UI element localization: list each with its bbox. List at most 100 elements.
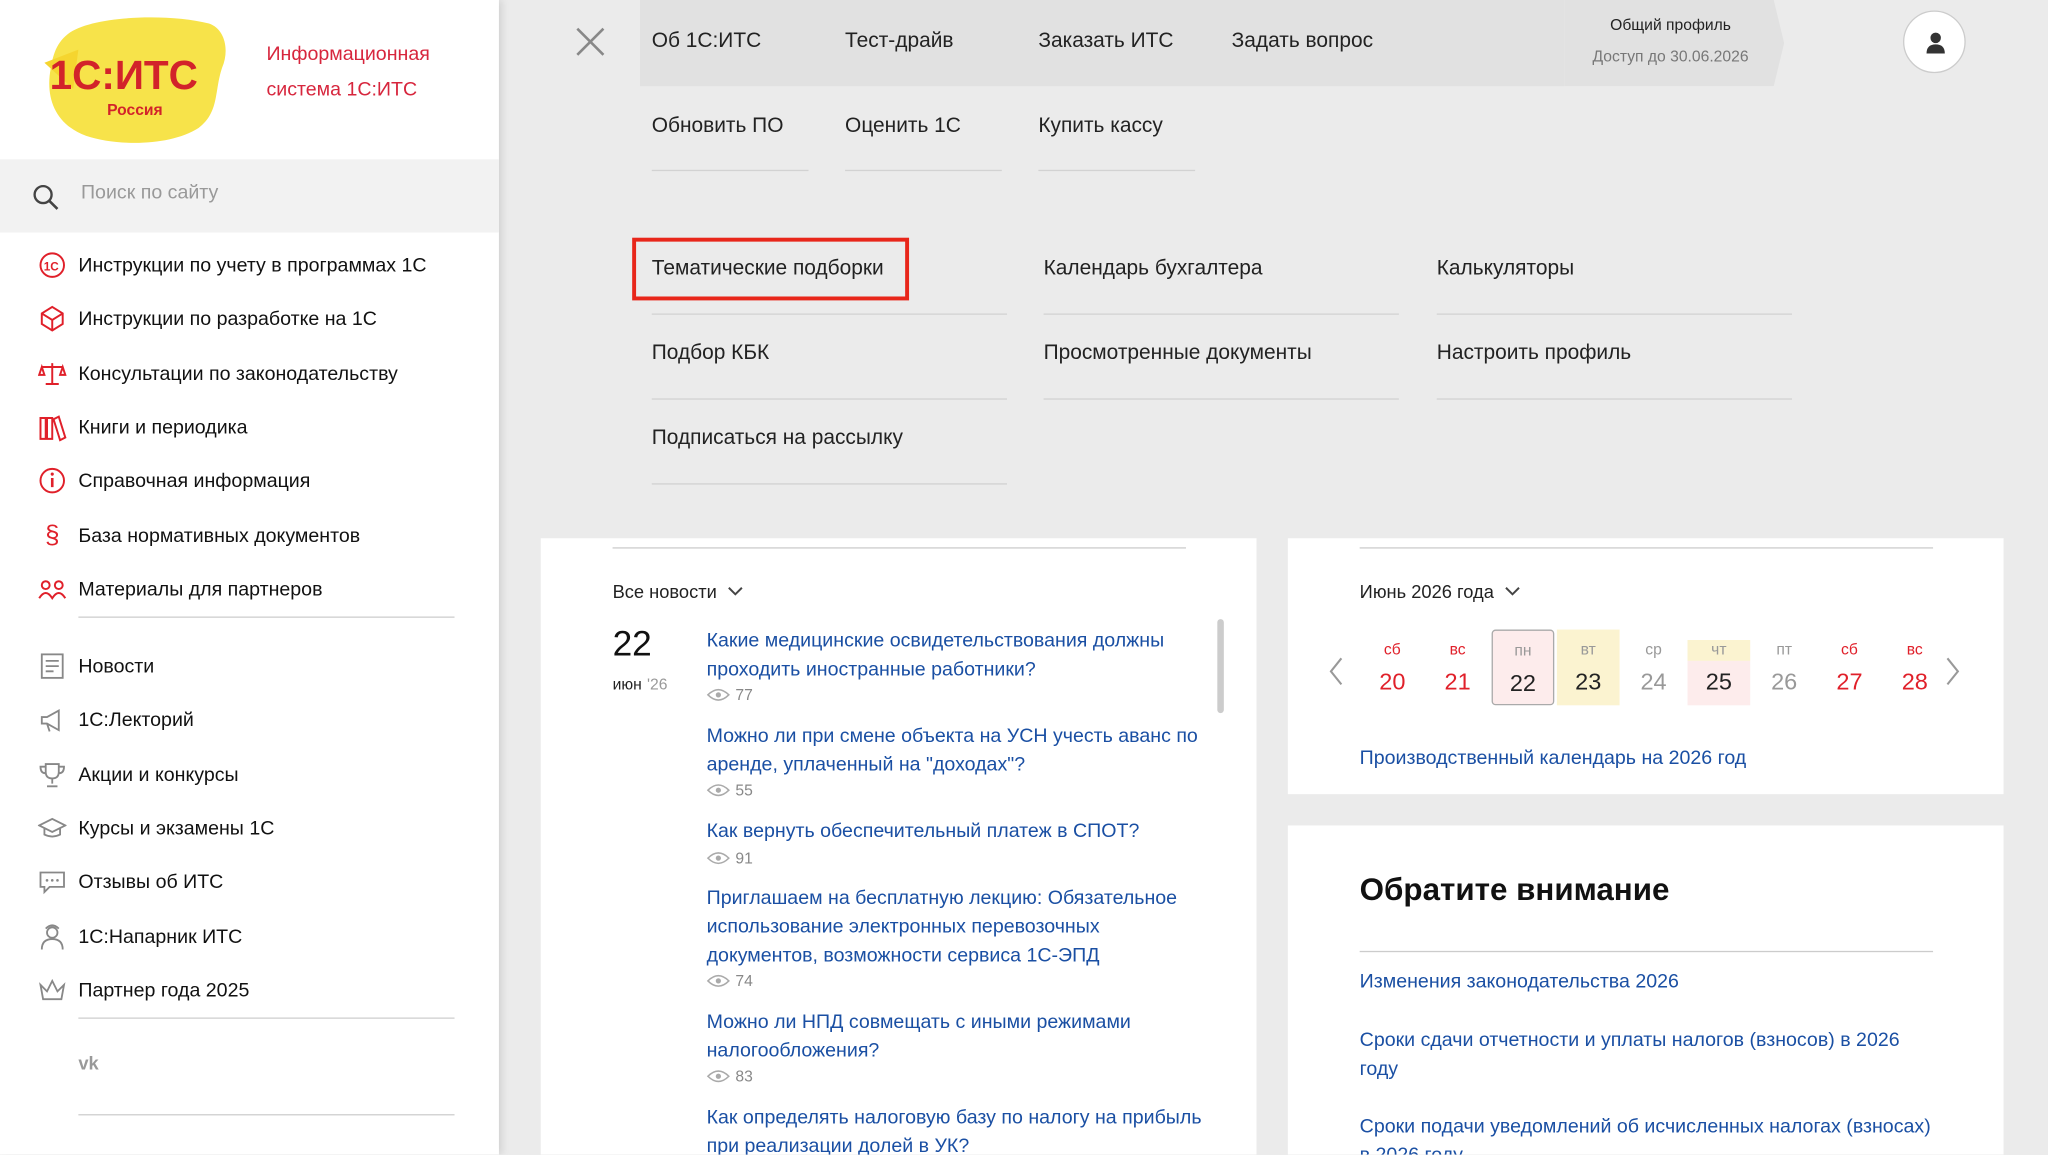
menu-calculators[interactable]: Калькуляторы bbox=[1437, 257, 1574, 281]
megaphone-icon bbox=[37, 704, 68, 735]
menu-underline bbox=[651, 313, 1008, 315]
attention-title: Обратите внимание bbox=[1359, 872, 1670, 908]
chevron-right-icon[interactable] bbox=[1944, 656, 1962, 687]
brand-line-2: система 1С:ИТС bbox=[266, 78, 418, 101]
eye-icon bbox=[706, 784, 730, 797]
sidebar-item-normative-base[interactable]: § База нормативных документов bbox=[37, 517, 360, 554]
menu-test-drive[interactable]: Тест-драйв bbox=[845, 30, 953, 54]
menu-order-its[interactable]: Заказать ИТС bbox=[1038, 30, 1173, 54]
calendar-day[interactable]: сб 20 bbox=[1361, 630, 1424, 706]
menu-underline bbox=[651, 483, 1008, 485]
calendar-day[interactable]: пт 26 bbox=[1753, 630, 1816, 706]
calendar-top-rule bbox=[1359, 547, 1934, 549]
menu-update-software[interactable]: Обновить ПО bbox=[652, 115, 784, 139]
news-item-title[interactable]: Какие медицинские освидетельствования до… bbox=[707, 627, 1211, 684]
calendar-day-today[interactable]: пн 22 bbox=[1491, 629, 1555, 706]
scales-icon bbox=[37, 358, 68, 389]
attention-link[interactable]: Изменения законодательства 2026 bbox=[1360, 968, 1935, 997]
menu-kbk-selection[interactable]: Подбор КБК bbox=[652, 342, 769, 366]
attention-link[interactable]: Сроки подачи уведомлений об исчисленных … bbox=[1360, 1113, 1935, 1154]
menu-profile-settings[interactable]: Настроить профиль bbox=[1437, 342, 1631, 366]
menu-subscribe[interactable]: Подписаться на рассылку bbox=[652, 427, 903, 451]
its-logo[interactable]: 1С:ИТС Россия bbox=[39, 10, 230, 146]
sidebar-item-partners[interactable]: Материалы для партнеров bbox=[37, 571, 323, 608]
day-of-week: чт bbox=[1687, 639, 1751, 661]
chevron-left-icon[interactable] bbox=[1327, 656, 1345, 687]
profile-panel[interactable] bbox=[1564, 0, 1785, 87]
books-icon bbox=[37, 411, 68, 442]
menu-buy-cash-register[interactable]: Купить кассу bbox=[1038, 115, 1162, 139]
user-icon bbox=[1926, 32, 1945, 54]
chevron-down-icon bbox=[727, 587, 743, 596]
cube-icon bbox=[37, 303, 68, 334]
sidebar-item-news[interactable]: Новости bbox=[37, 648, 155, 685]
sidebar-item-reviews[interactable]: Отзывы об ИТС bbox=[37, 863, 224, 900]
menu-viewed-documents[interactable]: Просмотренные документы bbox=[1044, 342, 1312, 366]
sidebar-item-partner-of-year[interactable]: Партнер года 2025 bbox=[37, 972, 249, 1009]
sidebar-item-consultations[interactable]: Консультации по законодательству bbox=[37, 355, 398, 392]
avatar[interactable] bbox=[1903, 10, 1966, 74]
production-calendar-link[interactable]: Производственный календарь на 2026 год bbox=[1360, 744, 1747, 773]
calendar-day[interactable]: вт 23 bbox=[1556, 629, 1620, 706]
calendar-day[interactable]: вс 28 bbox=[1883, 630, 1946, 706]
sidebar-item-label: Справочная информация bbox=[78, 469, 311, 492]
vk-icon[interactable]: vk bbox=[78, 1053, 98, 1074]
sidebar-item-label: Инструкции по учету в программах 1С bbox=[78, 254, 427, 277]
calendar-month-dropdown[interactable]: Июнь 2026 года bbox=[1360, 581, 1520, 602]
news-item-views: 55 bbox=[706, 781, 753, 800]
sidebar-item-label: 1С:Напарник ИТС bbox=[78, 925, 243, 948]
trophy-icon bbox=[37, 759, 68, 790]
chat-icon bbox=[37, 866, 68, 897]
day-of-week: вт bbox=[1580, 639, 1596, 659]
partners-icon bbox=[37, 573, 68, 604]
menu-rate-1c[interactable]: Оценить 1С bbox=[845, 115, 961, 139]
search-input[interactable] bbox=[80, 175, 473, 209]
news-filter-dropdown[interactable]: Все новости bbox=[613, 581, 743, 602]
news-scrollbar[interactable] bbox=[1217, 619, 1224, 714]
day-number: 25 bbox=[1687, 660, 1751, 706]
sidebar-item-label: 1С:Лекторий bbox=[78, 708, 194, 731]
menu-underline bbox=[651, 169, 809, 172]
day-number: 27 bbox=[1836, 668, 1863, 695]
close-icon[interactable] bbox=[567, 18, 614, 65]
menu-underline bbox=[1038, 169, 1196, 172]
menu-thematic-collections[interactable]: Тематические подборки bbox=[652, 257, 884, 281]
menu-underline bbox=[1436, 313, 1792, 315]
day-of-week: пн bbox=[1514, 641, 1532, 660]
sidebar-item-assistant[interactable]: 1С:Напарник ИТС bbox=[37, 918, 243, 955]
news-date-month: июн '26 bbox=[613, 675, 668, 693]
brand-line-1: Информационная bbox=[266, 43, 430, 66]
day-number: 21 bbox=[1444, 668, 1471, 695]
sidebar-item-courses[interactable]: Курсы и экзамены 1С bbox=[37, 810, 274, 847]
sidebar-item-lectorium[interactable]: 1С:Лекторий bbox=[37, 701, 194, 738]
news-top-rule bbox=[612, 547, 1186, 549]
calendar-day[interactable]: чт 25 bbox=[1687, 630, 1751, 706]
menu-underline bbox=[651, 398, 1008, 400]
sidebar-item-books[interactable]: Книги и периодика bbox=[37, 409, 248, 446]
news-item-title[interactable]: Как вернуть обеспечительный платеж в СПО… bbox=[707, 818, 1211, 847]
sidebar-item-instructions-1c[interactable]: 1С Инструкции по учету в программах 1С bbox=[37, 247, 427, 284]
news-item-title[interactable]: Можно ли при смене объекта на УСН учесть… bbox=[707, 722, 1219, 779]
views-count: 55 bbox=[735, 781, 753, 800]
menu-about[interactable]: Об 1С:ИТС bbox=[652, 30, 761, 54]
day-of-week: ср bbox=[1645, 639, 1662, 659]
profile-title: Общий профиль bbox=[1610, 15, 1731, 34]
search-icon[interactable] bbox=[31, 183, 60, 212]
news-item-title[interactable]: Можно ли НПД совмещать с иными режимами … bbox=[707, 1008, 1211, 1065]
sidebar-item-label: Инструкции по разработке на 1С bbox=[78, 307, 377, 330]
news-item-title[interactable]: Как определять налоговую базу по налогу … bbox=[707, 1104, 1219, 1154]
news-item-title[interactable]: Приглашаем на бесплатную лекцию: Обязате… bbox=[707, 884, 1211, 970]
calendar-day[interactable]: ср 24 bbox=[1622, 630, 1685, 706]
sidebar-item-promotions[interactable]: Акции и конкурсы bbox=[37, 756, 239, 793]
attention-link[interactable]: Сроки сдачи отчетности и уплаты налогов … bbox=[1360, 1027, 1935, 1084]
calendar-day[interactable]: сб 27 bbox=[1818, 630, 1881, 706]
attention-rule bbox=[1359, 950, 1934, 953]
menu-ask-question[interactable]: Задать вопрос bbox=[1232, 30, 1373, 54]
eye-icon bbox=[706, 688, 730, 701]
calendar-day[interactable]: вс 21 bbox=[1426, 630, 1489, 706]
chevron-down-icon bbox=[1504, 587, 1520, 596]
menu-accountant-calendar[interactable]: Календарь бухгалтера bbox=[1044, 257, 1263, 281]
sidebar-divider bbox=[78, 1114, 455, 1116]
sidebar-item-reference[interactable]: Справочная информация bbox=[37, 462, 311, 499]
sidebar-item-development[interactable]: Инструкции по разработке на 1С bbox=[37, 300, 377, 337]
